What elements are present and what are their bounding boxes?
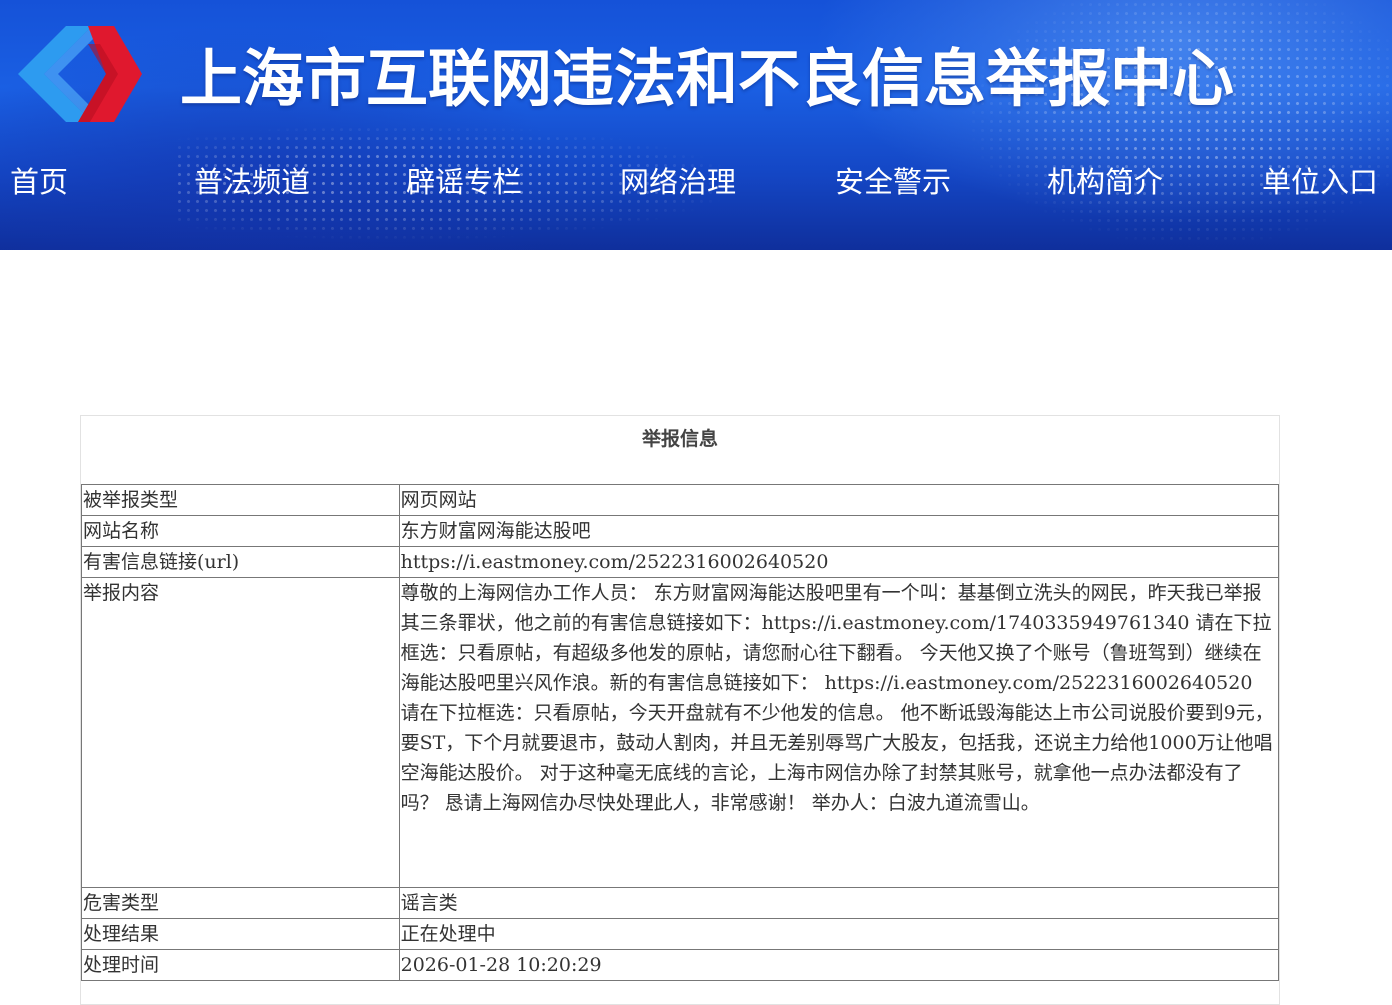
- row-label: 有害信息链接(url): [81, 546, 400, 578]
- table-row: 有害信息链接(url) https://i.eastmoney.com/2522…: [81, 546, 1280, 578]
- table-row: 处理时间 2026-01-28 10:20:29: [81, 949, 1280, 981]
- table-row: 危害类型 谣言类: [81, 887, 1280, 919]
- row-value: 东方财富网海能达股吧: [398, 515, 1280, 547]
- row-label: 危害类型: [81, 887, 400, 919]
- nav-item-portal[interactable]: 单位入口: [1262, 152, 1378, 212]
- site-header: 上海市互联网违法和不良信息举报中心 首页 普法频道 辟谣专栏 网络治理 安全警示…: [0, 0, 1392, 250]
- site-title[interactable]: 上海市互联网违法和不良信息举报中心: [180, 36, 1234, 122]
- report-table: 被举报类型 网页网站 网站名称 东方财富网海能达股吧 有害信息链接(url) h…: [81, 484, 1280, 981]
- row-label: 处理结果: [81, 918, 400, 950]
- nav-item-rumor[interactable]: 辟谣专栏: [406, 152, 522, 212]
- table-row: 处理结果 正在处理中: [81, 918, 1280, 950]
- row-value-content: 尊敬的上海网信办工作人员： 东方财富网海能达股吧里有一个叫：基基倒立洗头的网民，…: [398, 577, 1280, 888]
- nav-item-governance[interactable]: 网络治理: [620, 152, 736, 212]
- report-panel: 举报信息 被举报类型 网页网站 网站名称 东方财富网海能达股吧 有害信息链接(u…: [80, 415, 1280, 1005]
- table-row: 网站名称 东方财富网海能达股吧: [81, 515, 1280, 547]
- row-value-time: 2026-01-28 10:20:29: [398, 949, 1280, 981]
- main-nav: 首页 普法频道 辟谣专栏 网络治理 安全警示 机构简介 单位入口: [0, 152, 1392, 212]
- nav-item-law[interactable]: 普法频道: [194, 152, 310, 212]
- row-label: 举报内容: [81, 577, 400, 888]
- row-label: 被举报类型: [81, 484, 400, 516]
- nav-item-security[interactable]: 安全警示: [835, 152, 951, 212]
- row-value: 谣言类: [398, 887, 1280, 919]
- table-row: 被举报类型 网页网站: [81, 484, 1280, 516]
- table-row: 举报内容 尊敬的上海网信办工作人员： 东方财富网海能达股吧里有一个叫：基基倒立洗…: [81, 577, 1280, 888]
- report-title: 举报信息: [641, 428, 718, 450]
- row-value-url: https://i.eastmoney.com/2522316002640520: [398, 546, 1280, 578]
- nav-item-about[interactable]: 机构简介: [1047, 152, 1163, 212]
- row-value: 网页网站: [398, 484, 1280, 516]
- row-label: 网站名称: [81, 515, 400, 547]
- row-value-status: 正在处理中: [398, 918, 1280, 950]
- diamond-chevron-logo-icon[interactable]: [18, 18, 142, 130]
- row-label: 处理时间: [81, 949, 400, 981]
- nav-item-home[interactable]: 首页: [10, 152, 68, 212]
